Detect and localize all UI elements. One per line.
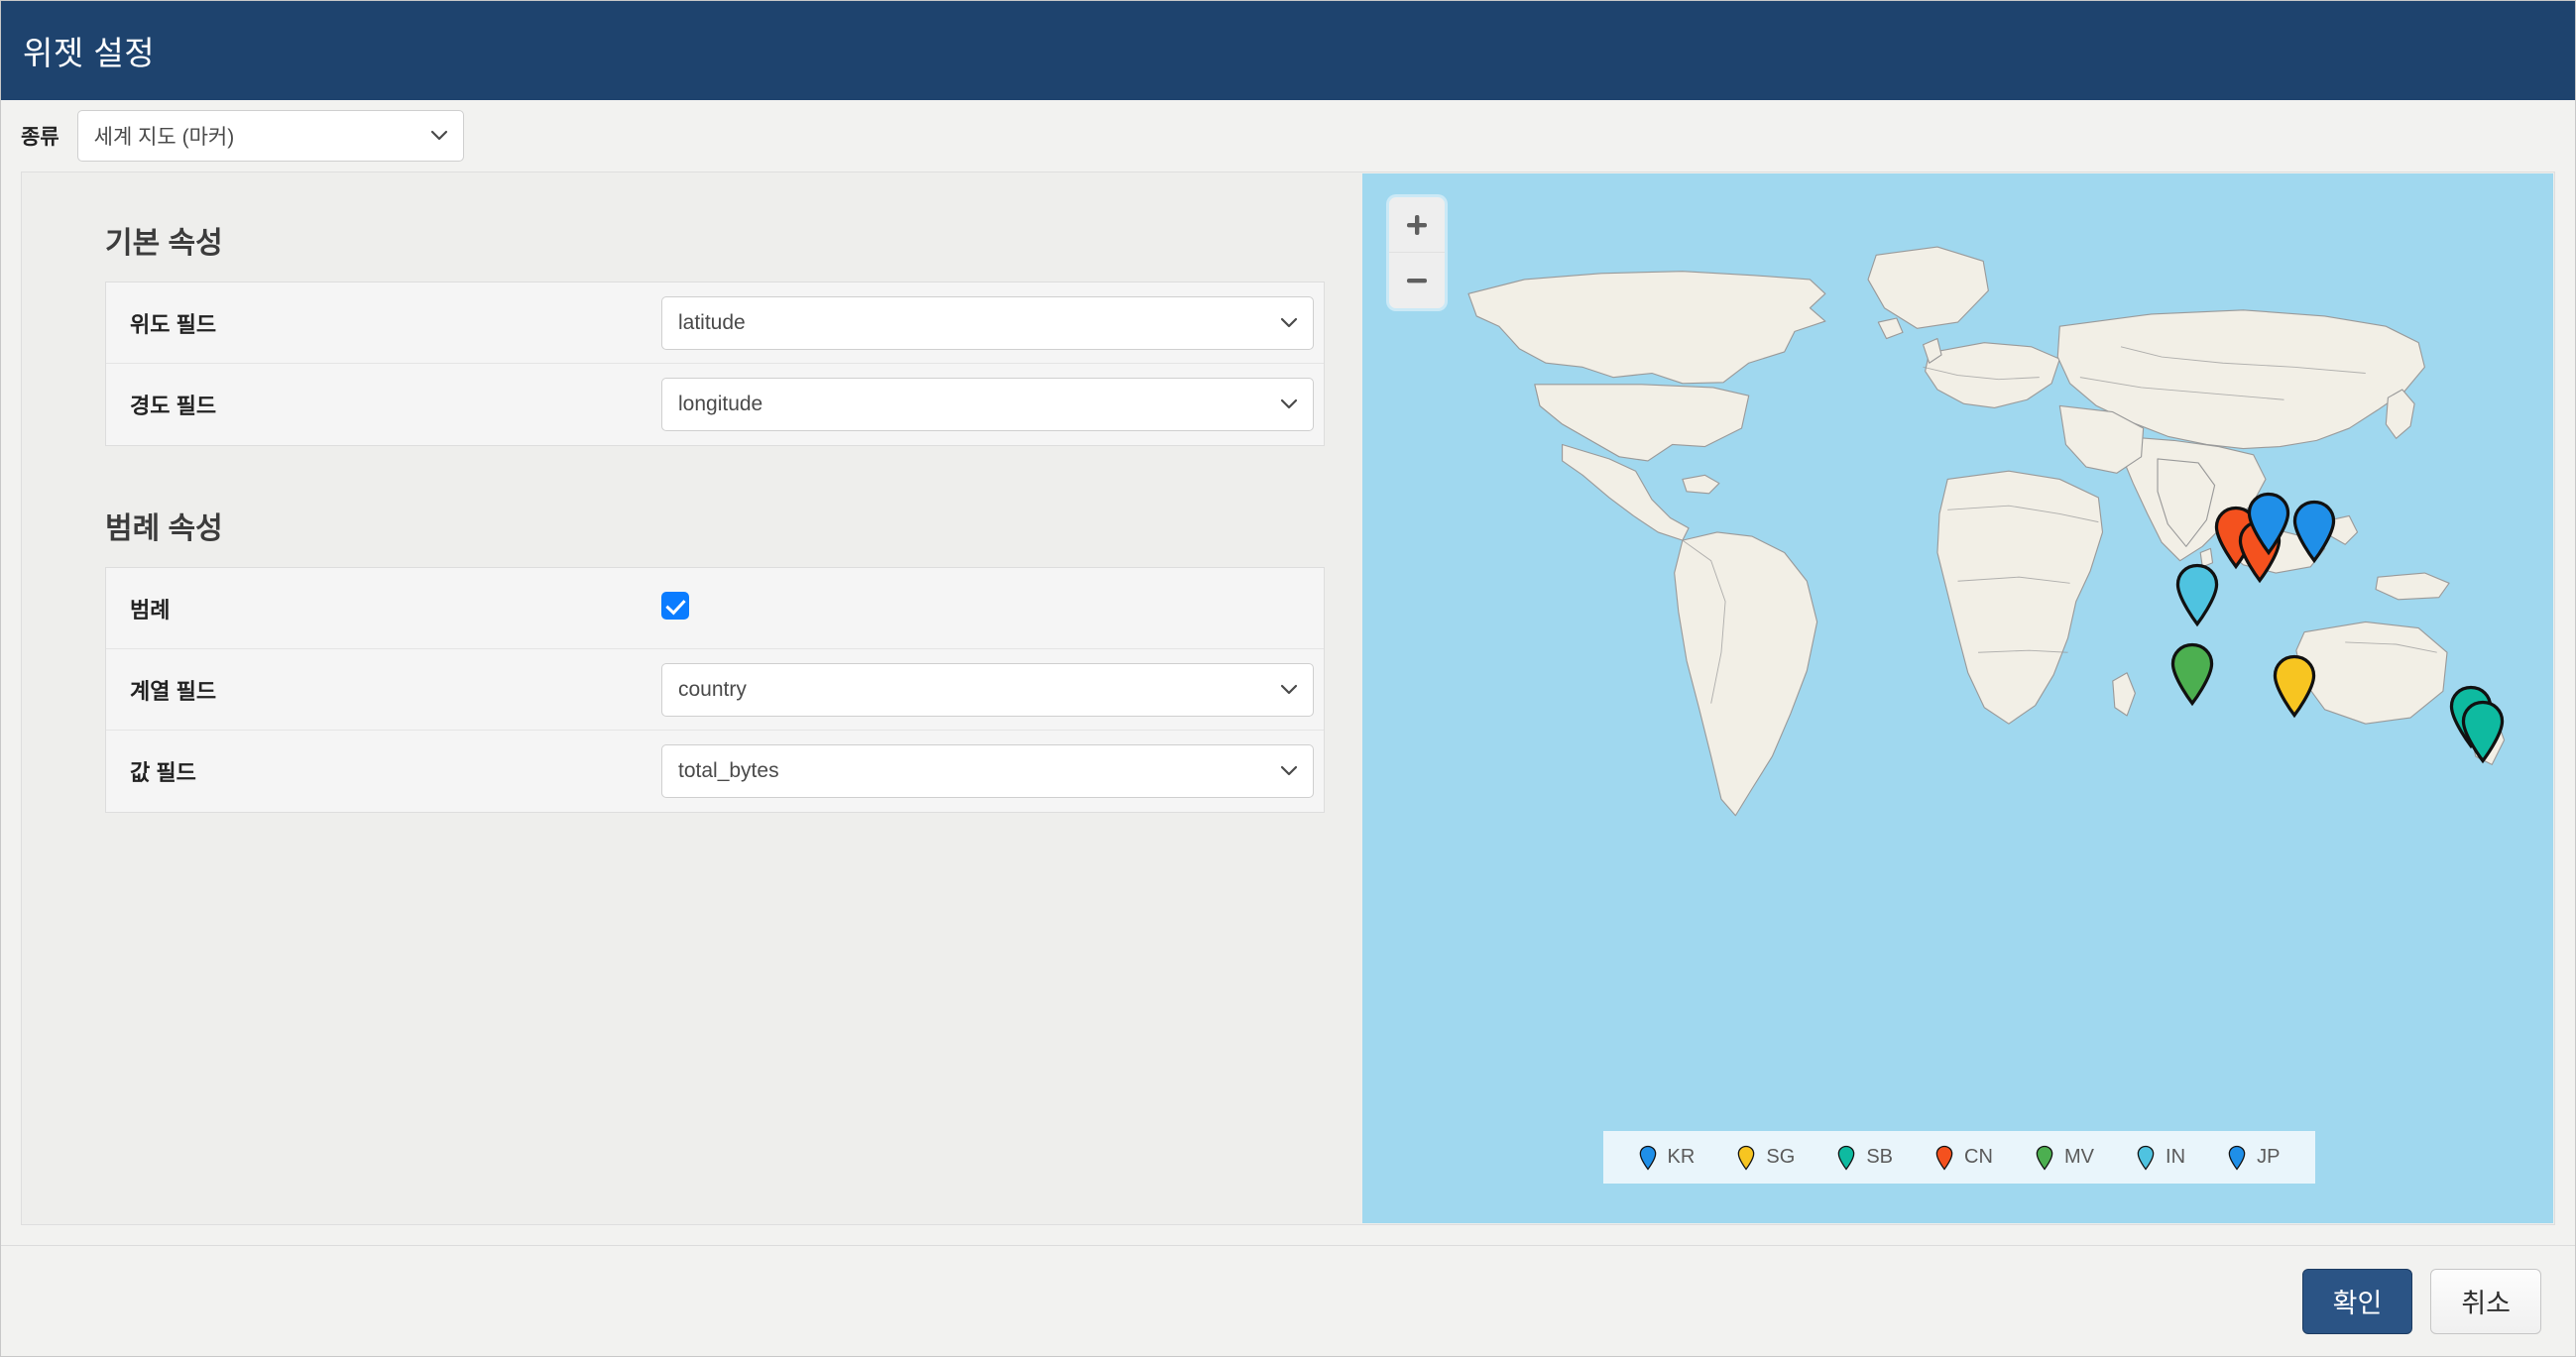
legend-item-jp[interactable]: JP: [2228, 1145, 2280, 1171]
row-legend-toggle: 범례: [106, 568, 1324, 649]
value-field-value: total_bytes: [678, 759, 779, 782]
label-latitude-field: 위도 필드: [130, 311, 217, 337]
world-map-svg: [1467, 246, 2506, 817]
map-zoom-in-button[interactable]: [1389, 197, 1445, 253]
legend-checkbox[interactable]: [661, 592, 689, 620]
legend-item-label: JP: [2257, 1146, 2281, 1168]
legend-item-label: MV: [2063, 1146, 2094, 1168]
group-legend-properties: 범례 계열 필드 country 값 필드 total_bytes: [105, 567, 1325, 813]
label-value-field: 값 필드: [130, 760, 196, 785]
legend-item-cn[interactable]: CN: [1935, 1145, 1993, 1171]
map-zoom-out-button[interactable]: [1389, 253, 1445, 308]
map-legend: KR SG SB CN MV IN JP: [1603, 1131, 2315, 1184]
label-series-field: 계열 필드: [130, 678, 217, 704]
field-series: country: [661, 662, 1314, 717]
row-series-field: 계열 필드 country: [106, 649, 1324, 731]
map-pin-icon: [1737, 1145, 1755, 1171]
chevron-down-icon: [1279, 680, 1299, 700]
widget-settings-dialog: 위젯 설정 종류 세계 지도 (마커) 기본 속성 위도 필드 latitude: [0, 0, 2576, 1357]
series-field-value: country: [678, 677, 747, 701]
landmass: [1467, 271, 1826, 385]
landmass: [1925, 342, 2060, 409]
series-field-select[interactable]: country: [661, 662, 1314, 717]
map-pin-icon: [2228, 1145, 2246, 1171]
landmass: [1674, 531, 1818, 817]
widget-type-select[interactable]: 세계 지도 (마커): [76, 110, 464, 162]
field-longitude: longitude: [661, 378, 1314, 431]
dialog-body: 기본 속성 위도 필드 latitude 경도 필드 longitude 범례 …: [1, 171, 2575, 1225]
landmass: [1867, 246, 1989, 329]
legend-item-label: SB: [1866, 1146, 1893, 1168]
legend-item-label: IN: [2166, 1146, 2186, 1168]
map-pin-icon: [1935, 1145, 1953, 1171]
field-latitude: latitude: [661, 295, 1314, 350]
row-longitude-field: 경도 필드 longitude: [106, 364, 1324, 445]
widget-type-value: 세계 지도 (마커): [93, 126, 235, 149]
chevron-down-icon: [1279, 395, 1299, 414]
dialog-titlebar: 위젯 설정: [1, 1, 2575, 100]
map-pin-icon: [2036, 1145, 2053, 1171]
legend-item-label: KR: [1667, 1146, 1696, 1168]
legend-item-mv[interactable]: MV: [2036, 1145, 2094, 1171]
landmass: [2375, 572, 2450, 601]
map-marker-in[interactable]: [2174, 562, 2220, 627]
label-longitude-field: 경도 필드: [130, 394, 217, 418]
chevron-down-icon: [1279, 761, 1299, 781]
legend-item-label: SG: [1766, 1146, 1796, 1168]
widget-type-label: 종류: [21, 126, 59, 149]
world-map[interactable]: KR SG SB CN MV IN JP: [1362, 173, 2553, 1223]
dialog-footer: 확인 취소: [1, 1245, 2575, 1356]
landmass: [2385, 389, 2415, 439]
legend-item-in[interactable]: IN: [2137, 1145, 2185, 1171]
map-preview-panel: KR SG SB CN MV IN JP: [1361, 171, 2555, 1225]
field-value: total_bytes: [661, 744, 1314, 798]
row-latitude-field: 위도 필드 latitude: [106, 283, 1324, 364]
settings-panel: 기본 속성 위도 필드 latitude 경도 필드 longitude 범례 …: [21, 171, 1361, 1225]
widget-type-row: 종류 세계 지도 (마커): [1, 100, 2575, 171]
landmass: [2295, 621, 2448, 725]
dialog-title: 위젯 설정: [23, 35, 156, 71]
field-legend-toggle: [661, 592, 1302, 624]
chevron-down-icon: [429, 126, 449, 146]
longitude-field-value: longitude: [678, 393, 763, 415]
map-marker-sg[interactable]: [2272, 653, 2317, 719]
map-pin-icon: [2137, 1145, 2155, 1171]
map-pin-icon: [1639, 1145, 1657, 1171]
map-marker-jp[interactable]: [2291, 499, 2337, 564]
landmass: [1877, 317, 1904, 340]
minus-icon: [1407, 279, 1427, 283]
map-pin-icon: [1837, 1145, 1855, 1171]
group-basic-properties: 위도 필드 latitude 경도 필드 longitude: [105, 282, 1325, 446]
chevron-down-icon: [1279, 313, 1299, 333]
section-title-legend: 범례 속성: [105, 512, 223, 545]
cancel-button[interactable]: 취소: [2430, 1268, 2541, 1334]
landmass: [1682, 474, 1720, 495]
map-marker-kr[interactable]: [2246, 491, 2291, 556]
latitude-field-value: latitude: [678, 310, 746, 334]
label-legend-toggle: 범례: [130, 597, 171, 622]
map-marker-sb[interactable]: [2460, 699, 2506, 764]
row-value-field: 값 필드 total_bytes: [106, 731, 1324, 812]
map-zoom-controls: [1389, 197, 1445, 308]
longitude-field-select[interactable]: longitude: [661, 378, 1314, 431]
legend-item-sg[interactable]: SG: [1737, 1145, 1795, 1171]
latitude-field-select[interactable]: latitude: [661, 295, 1314, 350]
plus-icon: [1407, 214, 1427, 235]
confirm-button[interactable]: 확인: [2301, 1268, 2413, 1334]
map-marker-mv[interactable]: [2169, 641, 2215, 707]
landmass: [1562, 443, 1690, 541]
value-field-select[interactable]: total_bytes: [661, 744, 1314, 798]
landmass: [2112, 672, 2136, 717]
legend-item-label: CN: [1964, 1146, 1993, 1168]
section-title-basic: 기본 속성: [105, 227, 223, 260]
legend-item-kr[interactable]: KR: [1639, 1145, 1696, 1171]
legend-item-sb[interactable]: SB: [1837, 1145, 1893, 1171]
